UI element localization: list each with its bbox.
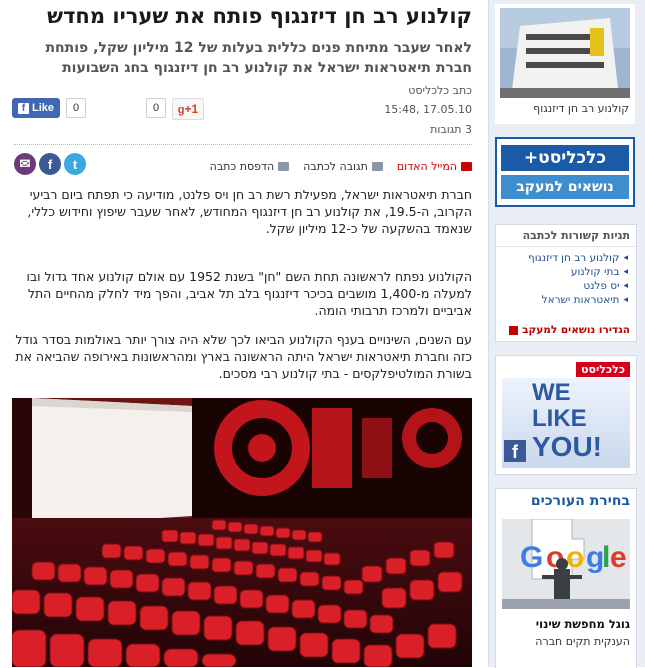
tag-label: בתי קולנוע	[570, 266, 620, 278]
tag-item[interactable]: ◂ קולנוע רב חן דיזנגוף	[496, 251, 636, 265]
author[interactable]: כתב כלכליסט	[408, 84, 472, 97]
related-tags-title: תגיות קשורות לכתבה	[496, 225, 636, 247]
tag-item[interactable]: ◂ בתי קולנוע	[496, 265, 636, 279]
arrow-left-icon: ◂	[623, 281, 628, 291]
editors-choice-title: בחירת העורכים	[530, 493, 630, 509]
svg-text:G: G	[520, 541, 543, 574]
red-mail-label: המייל האדום	[396, 159, 457, 173]
share-icons: ✉ f t	[14, 153, 86, 175]
gplus-button[interactable]: g+1	[172, 98, 204, 120]
comment-link[interactable]: תגובה לכתבה	[303, 160, 383, 173]
paragraph-2: הקולנוע נפתח לראשונה תחת השם "חן" בשנת 1…	[26, 269, 472, 318]
cinema-hall-illustration	[12, 398, 472, 667]
publish-datetime: 17.05.10 ,15:48	[384, 103, 472, 116]
print-icon	[278, 161, 290, 171]
gplus-icon: g	[177, 104, 185, 116]
arrow-left-icon: ◂	[623, 267, 628, 277]
gplus-count: 0	[146, 98, 166, 118]
define-topics-label: הגדירו נושאים למעקב	[522, 324, 630, 336]
bookmark-icon	[509, 325, 519, 335]
article-subtitle: לאחר שעבר מתיחת פנים כללית בעלות של 12 מ…	[45, 40, 472, 76]
arrow-left-icon: ◂	[623, 253, 628, 263]
facebook-like-button[interactable]: f Like	[12, 98, 60, 118]
calcalist-plus-logo: כלכליסט+	[501, 145, 629, 171]
sidebar: קולנוע רב חן דיזנגוף כלכליסט+ נושאים למע…	[488, 0, 645, 668]
sidebar-photo-card[interactable]: קולנוע רב חן דיזנגוף	[495, 4, 635, 124]
facebook-like-count: 0	[66, 98, 86, 118]
calcalist-plus-banner[interactable]: כלכליסט+ נושאים למעקב	[495, 137, 635, 207]
facebook-icon: f	[17, 102, 29, 114]
gplus-label: +1	[184, 102, 199, 116]
related-tags-card: תגיות קשורות לכתבה ◂ קולנוע רב חן דיזנגוף…	[495, 224, 637, 342]
email-share-icon[interactable]: ✉	[14, 153, 36, 175]
comments-count[interactable]: 3 תגובות	[430, 123, 472, 136]
twitter-share-icon[interactable]: t	[64, 153, 86, 175]
topics-follow-label: נושאים למעקב	[501, 175, 629, 199]
define-topics-link[interactable]: הגדירו נושאים למעקב	[509, 324, 630, 336]
we-like-you-promo[interactable]: כלכליסט WE LIKE YOU! f	[495, 355, 637, 475]
tag-item[interactable]: ◂ יס פלנט	[496, 279, 636, 293]
paragraph-3: עם השנים, השינויים בענף הקולנוע הביאו לכ…	[15, 332, 472, 381]
comment-label: תגובה לכתבה	[303, 159, 368, 173]
arrow-left-icon: ◂	[623, 295, 628, 305]
article-title: קולנוע רב חן דיזנגוף פותח את שעריו מחדש	[47, 4, 472, 28]
print-label: הדפסת כתבה	[209, 159, 275, 173]
cinema-hall-photo	[12, 398, 472, 667]
tag-label: קולנוע רב חן דיזנגוף	[527, 252, 620, 264]
tag-label: תיאטראות ישראל	[541, 294, 620, 306]
editors-item-subtitle: הענקית תקים חברה	[535, 635, 630, 648]
paragraph-1: חברת תיאטראות ישראל, מפעילת רשת רב חן וי…	[27, 187, 472, 236]
article-main: קולנוע רב חן דיזנגוף פותח את שעריו מחדש …	[0, 0, 486, 667]
facebook-share-icon[interactable]: f	[39, 153, 61, 175]
divider	[14, 144, 472, 145]
envelope-icon	[461, 161, 472, 171]
promo-brand-badge: כלכליסט	[576, 362, 630, 377]
facebook-icon: f	[504, 440, 526, 462]
sidebar-photo-caption: קולנוע רב חן דיזנגוף	[533, 102, 629, 115]
print-link[interactable]: הדפסת כתבה	[210, 160, 290, 173]
building-photo	[500, 8, 630, 98]
promo-we: WE	[532, 379, 571, 406]
facebook-like-label: Like	[31, 102, 54, 114]
red-mail-link[interactable]: המייל האדום	[397, 160, 472, 173]
editors-choice-image[interactable]: G o o g l e	[502, 519, 630, 609]
editors-item-title[interactable]: גוגל מחפשת שינוי	[536, 617, 630, 631]
article-toolbar: המייל האדום תגובה לכתבה הדפסת כתבה	[210, 155, 472, 177]
google-puzzle-illustration: G o o g l e	[502, 519, 630, 609]
comment-icon	[371, 161, 383, 171]
promo-like: LIKE	[532, 405, 587, 432]
editors-choice-card: בחירת העורכים G o o g l e גוגל מחפשת שינ…	[495, 488, 637, 668]
tag-label: יס פלנט	[583, 280, 620, 292]
svg-text:e: e	[610, 541, 627, 574]
tag-item[interactable]: ◂ תיאטראות ישראל	[496, 293, 636, 307]
promo-you: YOU!	[532, 431, 602, 462]
